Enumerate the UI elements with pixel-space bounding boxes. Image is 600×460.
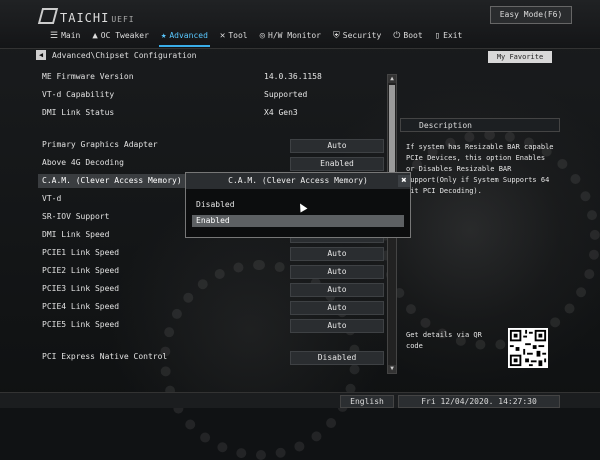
tab-hw-monitor[interactable]: ◎ H/W Monitor: [254, 28, 327, 44]
easy-mode-button[interactable]: Easy Mode(F6): [490, 6, 572, 24]
setting-row-pcie2[interactable]: PCIE2 Link Speed Auto: [38, 264, 386, 279]
popup-option-enabled[interactable]: Enabled: [192, 215, 404, 227]
flame-icon: ▲: [92, 31, 98, 41]
info-row: VT-d Capability Supported: [38, 88, 386, 102]
setting-value-button[interactable]: Auto: [290, 283, 384, 297]
tab-label: Exit: [443, 31, 463, 40]
back-arrow-icon[interactable]: ◀: [36, 50, 46, 60]
tab-security[interactable]: ⛨ Security: [327, 28, 387, 44]
setting-label: Primary Graphics Adapter: [42, 140, 158, 149]
description-title: Description: [400, 118, 560, 132]
scroll-down-icon[interactable]: ▼: [388, 365, 396, 373]
info-row: ME Firmware Version 14.0.36.1158: [38, 70, 386, 84]
star-icon: ★: [160, 31, 167, 41]
description-text: If system has Resizable BAR capable PCIe…: [406, 143, 554, 195]
setting-value-button[interactable]: Auto: [290, 247, 384, 261]
info-value: Supported: [264, 90, 308, 99]
brand-name: TAICHI: [60, 11, 110, 25]
qr-code: [508, 328, 548, 368]
tab-label: OC Tweaker: [100, 31, 149, 40]
breadcrumb: ◀ Advanced\Chipset Configuration: [36, 48, 386, 62]
scroll-up-icon[interactable]: ▲: [388, 75, 396, 83]
setting-label: SR-IOV Support: [42, 212, 110, 221]
setting-label: PCIE4 Link Speed: [42, 302, 120, 311]
tab-main[interactable]: ☰ Main: [44, 28, 86, 44]
setting-label: PCI Express Native Control: [42, 352, 168, 361]
setting-label: C.A.M. (Clever Access Memory): [42, 176, 182, 185]
setting-row-pcie1[interactable]: PCIE1 Link Speed Auto: [38, 246, 386, 261]
setting-label: Above 4G Decoding: [42, 158, 124, 167]
setting-value-button[interactable]: Disabled: [290, 351, 384, 365]
info-value: X4 Gen3: [264, 108, 298, 117]
qr-code-icon: [508, 328, 548, 368]
qr-caption: Get details via QR code: [406, 331, 482, 350]
setting-label: PCIE1 Link Speed: [42, 248, 120, 257]
info-row: DMI Link Status X4 Gen3: [38, 106, 386, 120]
setting-value-button[interactable]: Auto: [290, 139, 384, 153]
tab-label: Advanced: [169, 31, 208, 40]
tab-label: Main: [61, 31, 81, 40]
tab-oc-tweaker[interactable]: ▲ OC Tweaker: [86, 28, 155, 44]
setting-label: DMI Link Speed: [42, 230, 110, 239]
info-label: DMI Link Status: [42, 108, 115, 117]
tab-label: H/W Monitor: [268, 31, 321, 40]
my-favorite-button[interactable]: My Favorite: [488, 51, 552, 63]
setting-row-pcie5[interactable]: PCIE5 Link Speed Auto: [38, 318, 386, 333]
tab-tool[interactable]: ✕ Tool: [214, 28, 254, 44]
setting-label: PCIE5 Link Speed: [42, 320, 120, 329]
monitor-icon: ◎: [259, 31, 265, 41]
tab-label: Tool: [228, 31, 248, 40]
tab-advanced[interactable]: ★ Advanced: [155, 28, 214, 47]
scroll-thumb[interactable]: [389, 85, 395, 175]
description-panel: Description If system has Resizable BAR …: [400, 118, 560, 368]
tab-label: Security: [342, 31, 382, 40]
tab-boot[interactable]: ⏻ Boot: [387, 28, 428, 44]
setting-row-pcie4[interactable]: PCIE4 Link Speed Auto: [38, 300, 386, 315]
shield-icon: ⛨: [332, 31, 340, 41]
setting-value-button[interactable]: Auto: [290, 319, 384, 333]
info-label: VT-d Capability: [42, 90, 115, 99]
language-button[interactable]: English: [340, 395, 394, 408]
breadcrumb-text: Advanced\Chipset Configuration: [52, 50, 197, 60]
brand-icon: [37, 8, 59, 24]
setting-value-button[interactable]: Auto: [290, 301, 384, 315]
setting-label: PCIE2 Link Speed: [42, 266, 120, 275]
popup-title: C.A.M. (Clever Access Memory): [186, 173, 410, 189]
tools-icon: ✕: [219, 31, 226, 41]
setting-row-primary-graphics[interactable]: Primary Graphics Adapter Auto: [38, 138, 386, 153]
door-icon: ▯: [434, 31, 441, 41]
setting-row-pcie3[interactable]: PCIE3 Link Speed Auto: [38, 282, 386, 297]
datetime-display: Fri 12/04/2020. 14:27:30: [398, 395, 560, 408]
main-tabs: ☰ Main ▲ OC Tweaker ★ Advanced ✕ Tool ◎ H/W M…: [44, 28, 469, 47]
tab-exit[interactable]: ▯ Exit: [429, 28, 469, 44]
setting-row-above-4g[interactable]: Above 4G Decoding Enabled: [38, 156, 386, 171]
top-bar: TAICHI UEFI Easy Mode(F6) ☰ Main ▲ OC Tweak…: [0, 0, 600, 49]
brand-sub: UEFI: [111, 15, 135, 24]
info-label: ME Firmware Version: [42, 72, 134, 81]
close-icon[interactable]: ✖: [398, 175, 410, 187]
tab-label: Boot: [403, 31, 423, 40]
menu-icon: ☰: [50, 31, 59, 41]
setting-value-button[interactable]: Enabled: [290, 157, 384, 171]
setting-row-pci-native-control[interactable]: PCI Express Native Control Disabled: [38, 350, 386, 365]
power-icon: ⏻: [393, 31, 401, 41]
bottom-bar: English Fri 12/04/2020. 14:27:30: [0, 392, 600, 408]
setting-label: VT-d: [42, 194, 62, 203]
setting-value-button[interactable]: Auto: [290, 265, 384, 279]
brand-logo: TAICHI UEFI: [37, 8, 135, 25]
info-value: 14.0.36.1158: [264, 72, 322, 81]
setting-label: PCIE3 Link Speed: [42, 284, 120, 293]
